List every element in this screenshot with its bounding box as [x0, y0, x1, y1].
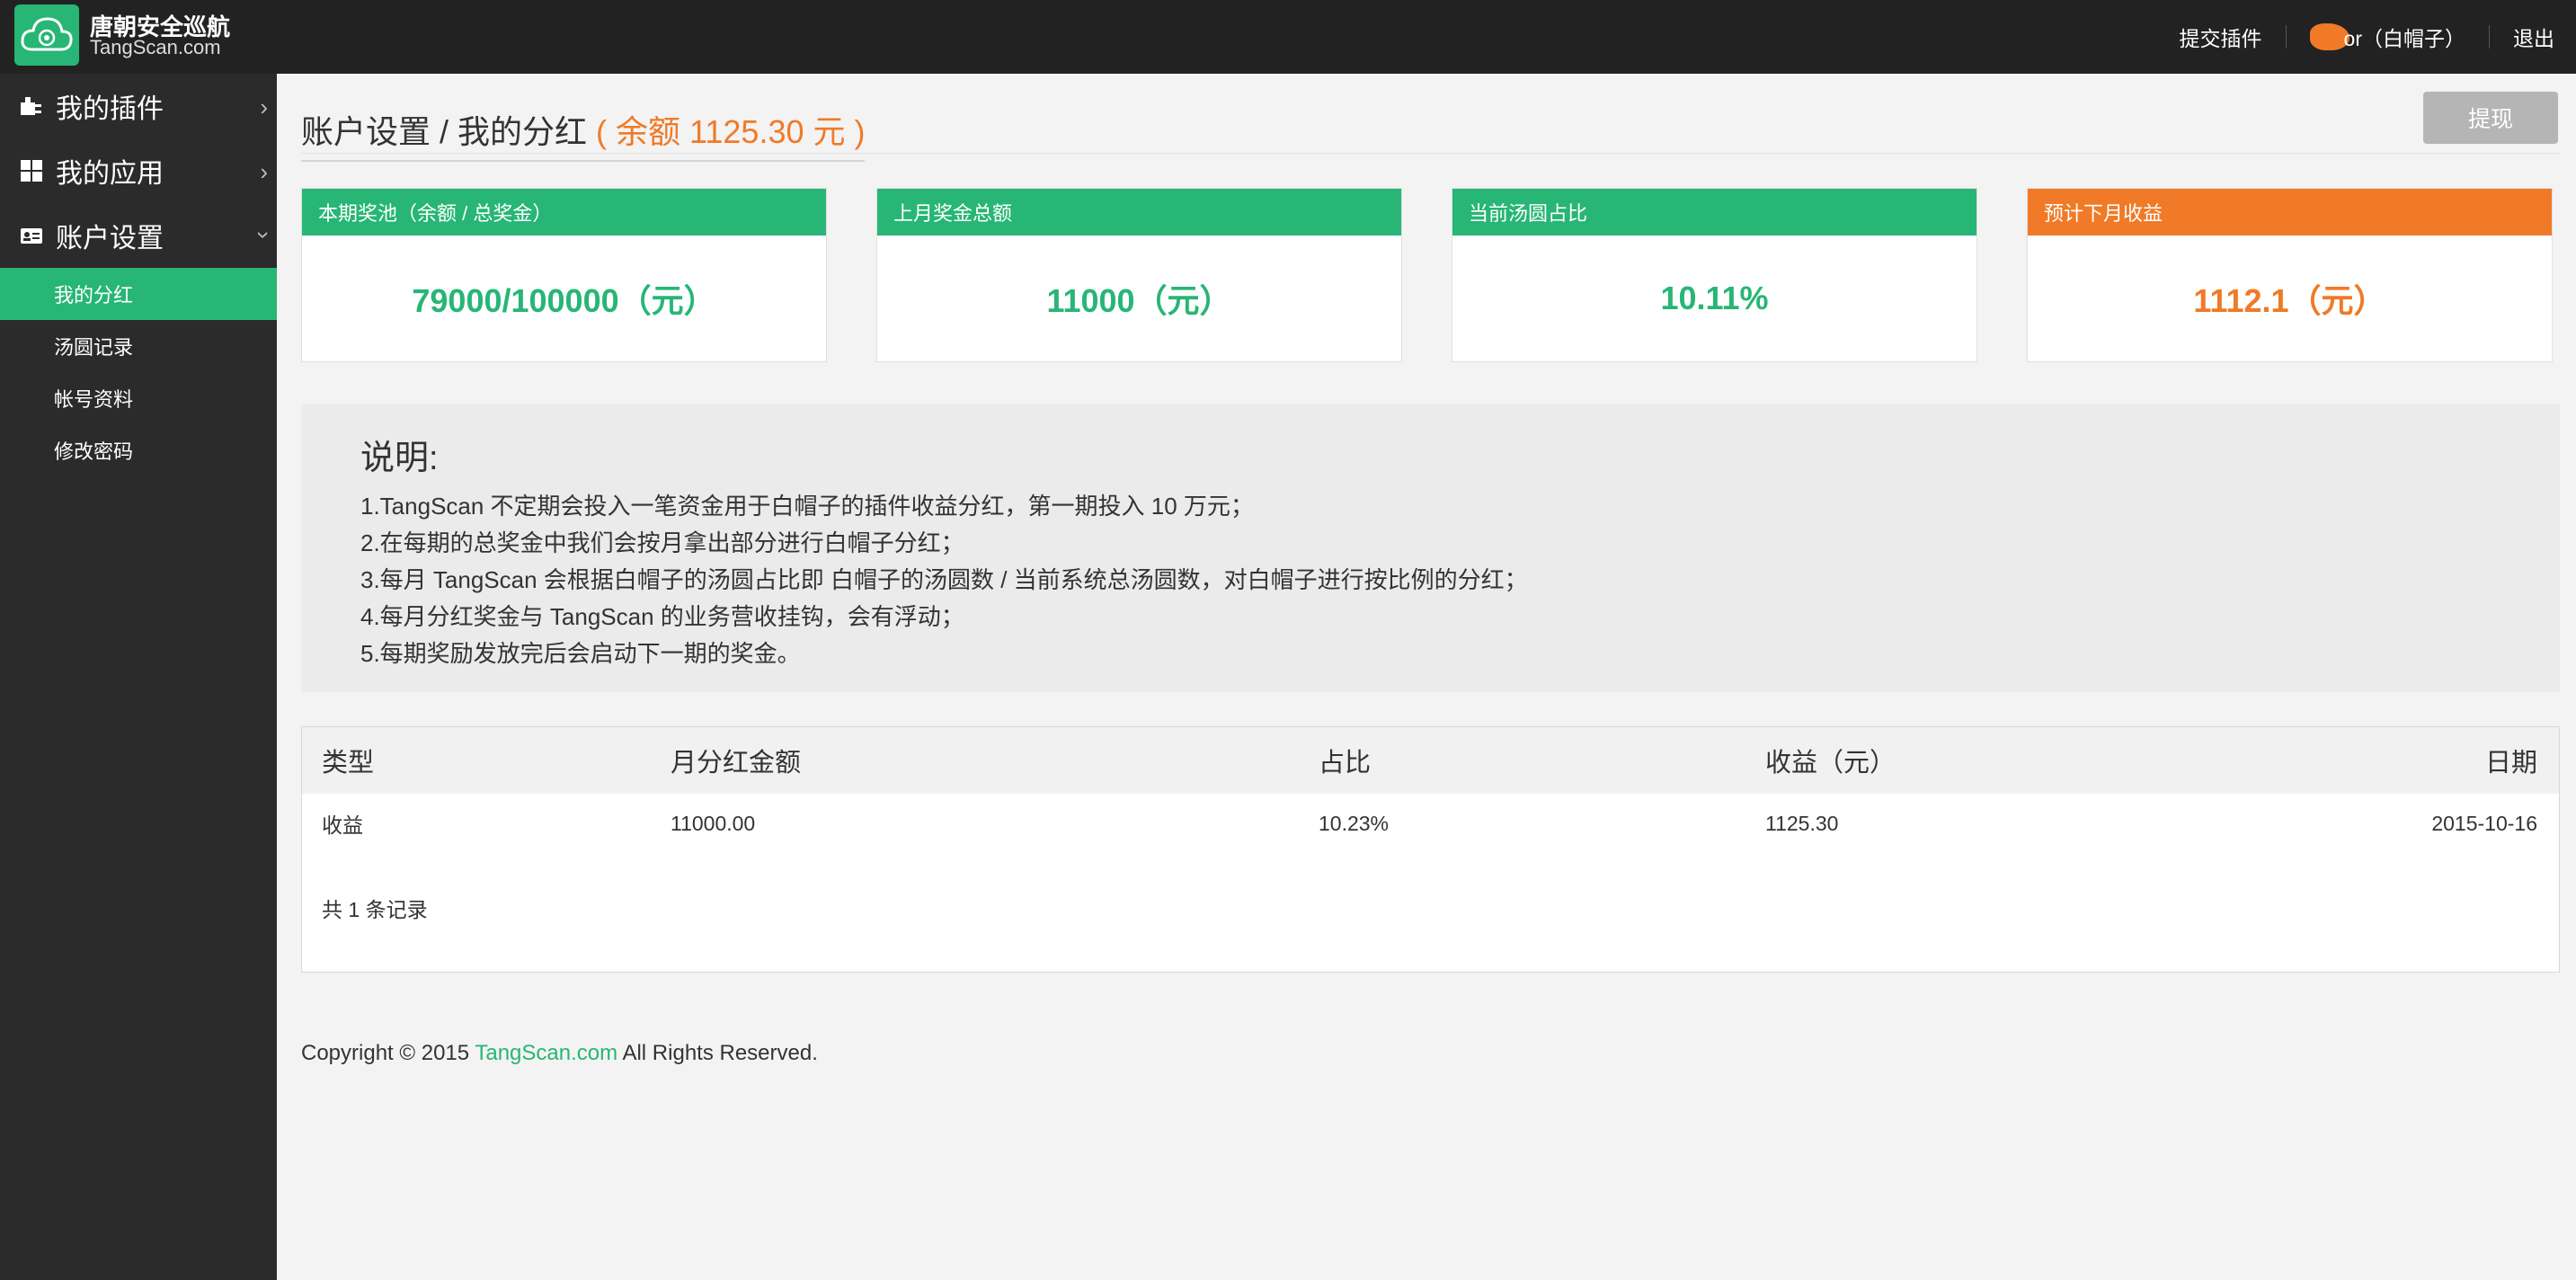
- cloud-logo-icon[interactable]: [14, 4, 79, 66]
- balance-text: ( 余额 1125.30 元 ): [596, 113, 866, 150]
- user-role-label: or（白帽子）: [2343, 27, 2465, 50]
- column-header-share: 占比: [1319, 749, 1372, 778]
- sidebar: 我的插件 › 我的应用 › 账户设置 › 我的分红 汤圆记录 帐号资料 修改密码: [0, 74, 279, 1280]
- copyright-prefix: Copyright © 2015: [301, 1041, 475, 1065]
- table-row: 收益 11000.00 10.23% 1125.30 2015-10-16: [302, 794, 2559, 853]
- nav-divider: [2489, 25, 2490, 49]
- column-header-income: 收益（元）: [1765, 749, 1896, 778]
- logout-link[interactable]: 退出: [2513, 22, 2554, 52]
- card-value: 10.11%: [1660, 280, 1769, 316]
- card-header: 本期奖池（余额 / 总奖金）: [302, 189, 826, 236]
- nav-divider: [2285, 25, 2287, 49]
- sidebar-item-my-apps[interactable]: 我的应用 ›: [0, 138, 277, 203]
- sidebar-item-label: 账户设置: [56, 224, 164, 253]
- card-value: 11000（元）: [1046, 282, 1232, 319]
- tangyuan-share-card: 当前汤圆占比 10.11%: [1452, 188, 1977, 362]
- card-header: 上月奖金总额: [877, 189, 1401, 236]
- user-menu[interactable]: or（白帽子）: [2309, 22, 2465, 52]
- submit-plugin-link[interactable]: 提交插件: [2180, 22, 2262, 52]
- cell-type: 收益: [322, 813, 363, 837]
- instruction-line: 5.每期奖励发放完后会启动下一期的奖金。: [360, 640, 801, 667]
- prize-pool-card: 本期奖池（余额 / 总奖金） 79000/100000（元）: [301, 188, 827, 362]
- card-header: 预计下月收益: [2028, 189, 2552, 236]
- footer-site-link[interactable]: TangScan.com: [475, 1041, 617, 1065]
- sidebar-subitem-change-password[interactable]: 修改密码: [0, 424, 277, 476]
- footer-copyright: Copyright © 2015 TangScan.com All Rights…: [301, 1041, 818, 1066]
- cell-share: 10.23%: [1319, 811, 1390, 835]
- record-count: 共 1 条记录: [322, 898, 428, 921]
- withdraw-button[interactable]: 提现: [2423, 92, 2558, 144]
- grid-icon: [20, 159, 43, 182]
- column-header-monthly-amount: 月分红金额: [671, 749, 802, 778]
- title-divider: [301, 153, 2560, 154]
- sidebar-item-account-settings[interactable]: 账户设置 ›: [0, 203, 279, 268]
- cell-income: 1125.30: [1765, 811, 1839, 835]
- expected-income-card: 预计下月收益 1112.1（元）: [2027, 188, 2553, 362]
- card-header: 当前汤圆占比: [1452, 189, 1976, 236]
- last-month-prize-card: 上月奖金总额 11000（元）: [876, 188, 1402, 362]
- instructions-title: 说明:: [360, 440, 439, 477]
- table-header: 类型 月分红金额 占比 收益（元） 日期: [302, 727, 2559, 794]
- sidebar-subitem-my-dividends[interactable]: 我的分红: [0, 268, 277, 320]
- sidebar-item-my-plugins[interactable]: 我的插件 ›: [0, 74, 277, 138]
- column-header-date: 日期: [2484, 749, 2537, 778]
- sidebar-item-label: 我的应用: [56, 159, 164, 189]
- chevron-right-icon: ›: [260, 158, 268, 185]
- sidebar-subitem-tangyuan-records[interactable]: 汤圆记录: [0, 320, 277, 372]
- instruction-line: 4.每月分红奖金与 TangScan 的业务营收挂钩，会有浮动；: [360, 603, 964, 630]
- sidebar-subitem-account-profile[interactable]: 帐号资料: [0, 372, 277, 424]
- instruction-line: 2.在每期的总奖金中我们会按月拿出部分进行白帽子分红；: [360, 529, 964, 556]
- cell-monthly-amount: 11000.00: [671, 811, 756, 835]
- instructions-panel: 说明: 1.TangScan 不定期会投入一笔资金用于白帽子的插件收益分红，第一…: [301, 404, 2560, 692]
- main-content: 账户设置 / 我的分红 ( 余额 1125.30 元 ) 提现 本期奖池（余额 …: [277, 74, 2576, 1280]
- page-title-text: 账户设置 / 我的分红: [301, 113, 588, 150]
- instruction-line: 1.TangScan 不定期会投入一笔资金用于白帽子的插件收益分红，第一期投入 …: [360, 493, 1254, 520]
- sidebar-item-label: 我的插件: [56, 94, 164, 124]
- card-value: 1112.1（元）: [2193, 282, 2386, 319]
- dividend-table: 类型 月分红金额 占比 收益（元） 日期 收益 11000.00 10.23% …: [301, 726, 2560, 973]
- copyright-suffix: All Rights Reserved.: [617, 1041, 818, 1065]
- chevron-right-icon: ›: [260, 93, 268, 120]
- column-header-type: 类型: [322, 749, 375, 778]
- brand-domain[interactable]: TangScan.com: [90, 36, 221, 59]
- chevron-down-icon: ›: [251, 231, 279, 239]
- top-navbar: 唐朝安全巡航 TangScan.com 提交插件 or（白帽子） 退出: [0, 0, 2576, 74]
- id-card-icon: [20, 224, 43, 247]
- card-value: 79000/100000（元）: [412, 282, 716, 319]
- cell-date: 2015-10-16: [2431, 811, 2537, 835]
- plug-icon: [20, 94, 43, 118]
- instruction-line: 3.每月 TangScan 会根据白帽子的汤圆占比即 白帽子的汤圆数 / 当前系…: [360, 566, 1528, 593]
